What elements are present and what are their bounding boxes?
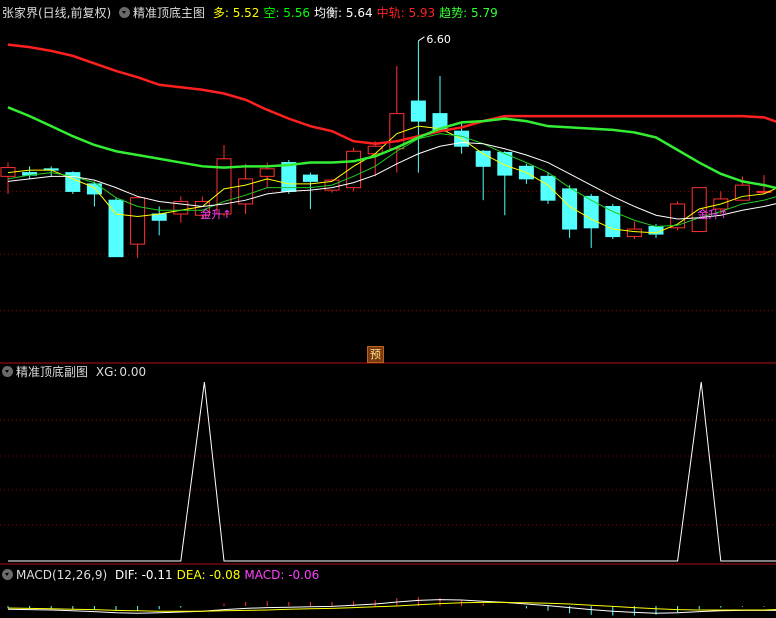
sub-header: 精准顶底副图 XG: 0.00 bbox=[2, 362, 150, 382]
macd-chart[interactable] bbox=[0, 584, 776, 618]
xg-value: 0.00 bbox=[119, 365, 147, 379]
main-item-3: 中轨: 5.93 bbox=[376, 6, 436, 20]
macd-values: DIF: -0.11 DEA: -0.08 MACD: -0.06 bbox=[115, 568, 323, 582]
xg-line bbox=[8, 382, 776, 562]
dropdown-icon[interactable] bbox=[2, 366, 13, 377]
candle-body-25 bbox=[540, 175, 556, 201]
macd-item-2: MACD: -0.06 bbox=[244, 568, 320, 582]
buy-signal-1: 金升↑ bbox=[697, 207, 728, 221]
buy-signal-0: 金升↑ bbox=[200, 207, 231, 221]
candle-body-14 bbox=[302, 174, 318, 182]
macd-item-0: DIF: -0.11 bbox=[114, 568, 173, 582]
main-item-0: 多: 5.52 bbox=[212, 6, 260, 20]
dea-line bbox=[7, 601, 776, 612]
high-marker-line bbox=[418, 36, 425, 42]
main-values: 多: 5.52 空: 5.56 均衡: 5.64 中轨: 5.93 趋势: 5.79 bbox=[213, 6, 502, 20]
candle-body-12 bbox=[259, 168, 275, 177]
dropdown-icon[interactable] bbox=[119, 7, 131, 18]
dropdown-icon[interactable] bbox=[2, 569, 13, 580]
candle-body-13 bbox=[281, 162, 297, 192]
high-marker-label: 6.60 bbox=[426, 33, 451, 46]
candle-body-17 bbox=[367, 145, 383, 155]
macd-indicator-label[interactable]: MACD(12,26,9) bbox=[2, 568, 107, 582]
candle-body-29 bbox=[626, 228, 642, 238]
candle-body-18 bbox=[389, 113, 405, 150]
xg-label: XG: bbox=[95, 365, 118, 379]
main-indicator-label[interactable]: 精准顶底主图 bbox=[119, 6, 205, 20]
main-chart[interactable]: 6.60 金升↑ 金升↑ bbox=[0, 22, 776, 364]
sub-indicator-label[interactable]: 精准顶底副图 bbox=[2, 365, 88, 379]
candle-body-19 bbox=[410, 100, 426, 122]
main-item-2: 均衡: 5.64 bbox=[314, 6, 373, 20]
main-item-1: 空: 5.56 bbox=[263, 6, 311, 20]
macd-item-1: DEA: -0.08 bbox=[176, 568, 241, 582]
main-header: 张家界(日线,前复权) 精准顶底主图 多: 5.52 空: 5.56 均衡: 5.6… bbox=[2, 3, 506, 23]
macd-header: MACD(12,26,9) DIF: -0.11 DEA: -0.08 MACD: … bbox=[2, 565, 327, 585]
yu-marker: 预 bbox=[367, 346, 384, 363]
stock-symbol[interactable]: 张家界(日线,前复权) bbox=[2, 6, 111, 20]
main-item-4: 趋势: 5.79 bbox=[439, 6, 498, 20]
sub-chart[interactable] bbox=[0, 382, 776, 566]
candle-body-27 bbox=[583, 195, 599, 229]
